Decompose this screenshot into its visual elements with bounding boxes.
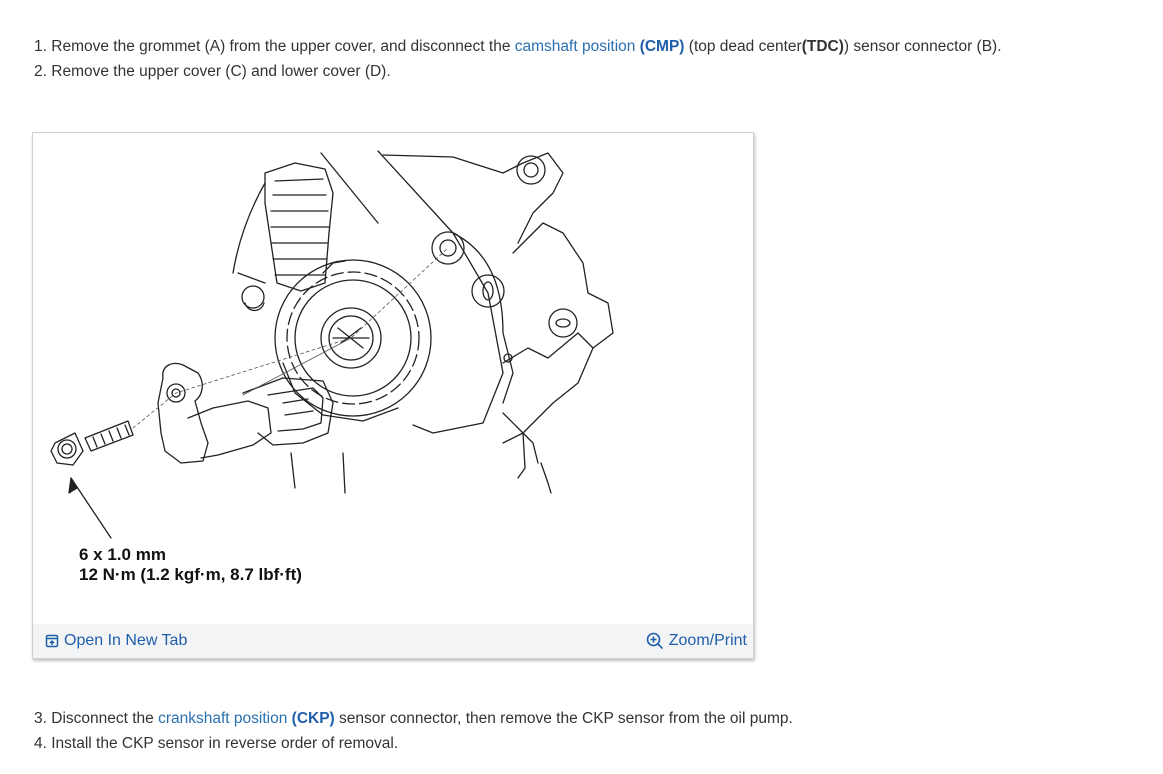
torque-value-label: 12 N·m (1.2 kgf·m, 8.7 lbf·ft)	[79, 565, 302, 584]
step-2: 2. Remove the upper cover (C) and lower …	[34, 59, 1002, 84]
instruction-steps-top: 1. Remove the grommet (A) from the upper…	[34, 34, 1002, 84]
procedure-figure: 6 x 1.0 mm 12 N·m (1.2 kgf·m, 8.7 lbf·ft…	[32, 132, 754, 659]
step-text: Disconnect the	[51, 710, 154, 727]
open-in-new-tab-label: Open In New Tab	[64, 632, 188, 649]
step-text: Remove the upper cover (C) and lower cov…	[51, 63, 391, 80]
zoom-print-label: Zoom/Print	[668, 632, 747, 649]
step-text: sensor connector, then remove the CKP se…	[339, 710, 793, 727]
camshaft-position-link[interactable]: camshaft position	[515, 38, 636, 55]
bolt-callout-arrow	[68, 477, 112, 539]
open-in-new-tab-button[interactable]: Open In New Tab	[45, 632, 187, 650]
step-number: 1.	[34, 38, 47, 55]
engine-block-drawing	[320, 150, 614, 494]
step-text: (top dead center	[688, 38, 802, 55]
figure-toolbar: Open In New Tab Zoom/Print	[33, 624, 753, 658]
tdc-abbreviation: (TDC)	[801, 38, 844, 55]
zoom-plus-icon	[646, 632, 663, 650]
instruction-steps-bottom: 3. Disconnect the crankshaft position (C…	[34, 706, 793, 756]
crankshaft-position-link[interactable]: crankshaft position	[158, 710, 287, 727]
timing-belt-drawing	[232, 162, 334, 292]
open-new-tab-icon	[45, 634, 59, 648]
step-number: 2.	[34, 63, 47, 80]
step-1: 1. Remove the grommet (A) from the upper…	[34, 34, 1002, 59]
cmp-abbreviation: (CMP)	[639, 38, 685, 55]
ckp-abbreviation: (CKP)	[291, 710, 335, 727]
step-text: ) sensor connector (B).	[843, 38, 1002, 55]
torque-spec: 6 x 1.0 mm 12 N·m (1.2 kgf·m, 8.7 lbf·ft…	[79, 545, 302, 585]
step-3: 3. Disconnect the crankshaft position (C…	[34, 706, 793, 731]
crankshaft-pulley-drawing	[274, 259, 432, 422]
bolt-size-label: 6 x 1.0 mm	[79, 545, 166, 564]
zoom-print-button[interactable]: Zoom/Print	[646, 632, 747, 650]
step-number: 4.	[34, 735, 47, 752]
step-4: 4. Install the CKP sensor in reverse ord…	[34, 731, 793, 756]
bolt-drawing	[50, 420, 134, 466]
step-text: Install the CKP sensor in reverse order …	[51, 735, 399, 752]
step-number: 3.	[34, 710, 47, 727]
step-text: Remove the grommet (A) from the upper co…	[51, 38, 511, 55]
dowel-drawing	[241, 285, 265, 312]
